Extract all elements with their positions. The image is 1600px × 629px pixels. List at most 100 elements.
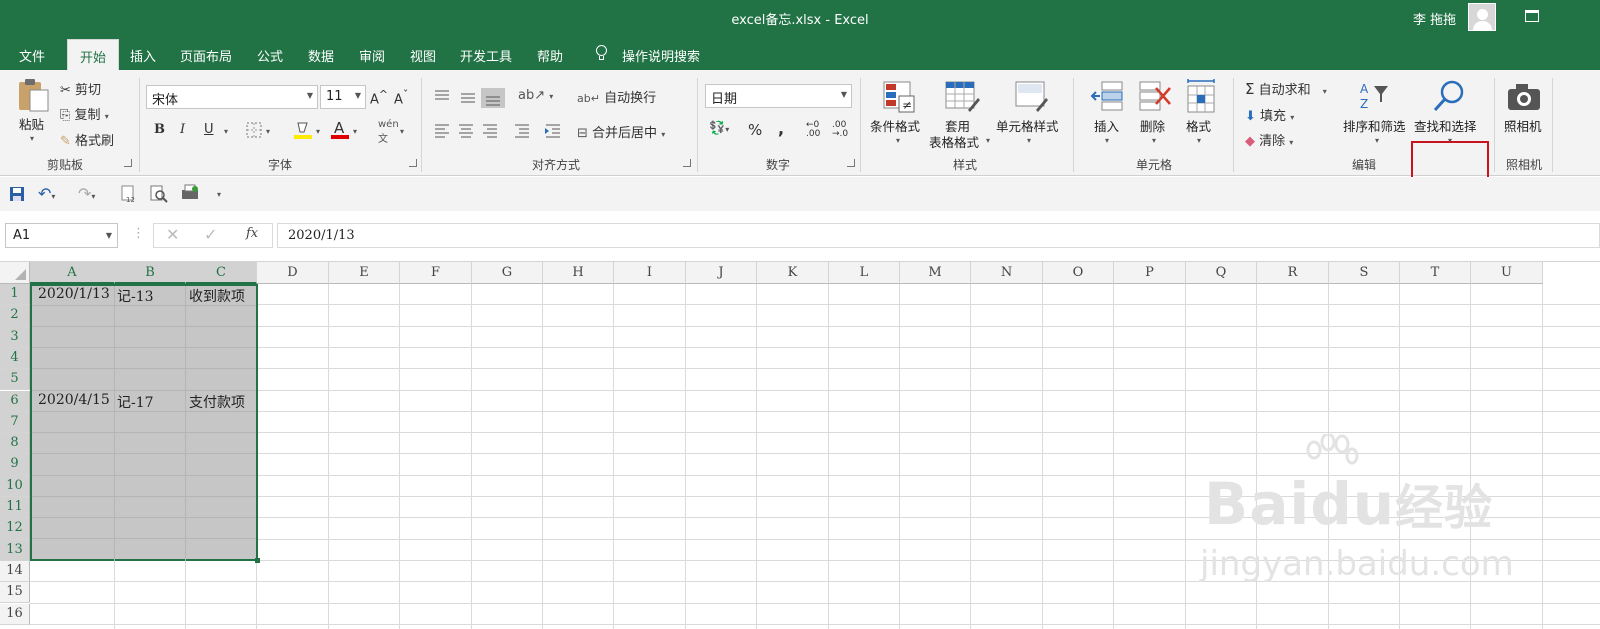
find-select-button[interactable]: 查找和选择 bbox=[1414, 116, 1477, 135]
clipboard-launcher-icon[interactable] bbox=[124, 159, 132, 167]
column-header-N[interactable]: N bbox=[971, 262, 1043, 284]
row-header-6[interactable]: 6 bbox=[0, 390, 30, 412]
selected-range[interactable] bbox=[30, 284, 260, 563]
column-header-H[interactable]: H bbox=[543, 262, 614, 284]
delete-cells-button[interactable]: 删除 bbox=[1140, 116, 1165, 135]
tab-home[interactable]: 开始 bbox=[67, 39, 120, 70]
increase-font-icon[interactable]: A^ bbox=[370, 88, 388, 107]
comma-icon[interactable]: , bbox=[778, 119, 784, 138]
conditional-formatting-icon[interactable]: ≠ bbox=[882, 80, 916, 114]
cell-A6[interactable]: 2020/4/15 bbox=[38, 392, 110, 408]
tab-help[interactable]: 帮助 bbox=[537, 46, 563, 65]
camera-icon[interactable] bbox=[1506, 82, 1542, 112]
row-header-13[interactable]: 13 bbox=[0, 539, 30, 561]
fill-button[interactable]: ⬇ 填充 ▾ bbox=[1245, 105, 1294, 124]
autosum-button[interactable]: Σ 自动求和 ▾ bbox=[1245, 79, 1327, 98]
redo-icon[interactable]: ↷▾ bbox=[78, 184, 95, 203]
italic-button[interactable]: I bbox=[180, 122, 185, 137]
row-header-15[interactable]: 15 bbox=[0, 582, 30, 604]
vertical-align-icons[interactable] bbox=[433, 88, 509, 108]
tab-file[interactable]: 文件 bbox=[19, 46, 45, 65]
horizontal-align-icons[interactable] bbox=[433, 123, 543, 139]
tab-data[interactable]: 数据 bbox=[308, 46, 334, 65]
row-header-3[interactable]: 3 bbox=[0, 326, 30, 348]
confirm-icon[interactable]: ✓ bbox=[204, 225, 217, 244]
row-header-14[interactable]: 14 bbox=[0, 560, 30, 583]
format-painter-button[interactable]: ✎ 格式刷 bbox=[60, 130, 114, 149]
tab-formulas[interactable]: 公式 bbox=[257, 46, 283, 65]
column-header-J[interactable]: J bbox=[686, 262, 757, 284]
row-header-10[interactable]: 10 bbox=[0, 475, 30, 497]
column-header-T[interactable]: T bbox=[1400, 262, 1471, 284]
insert-cells-icon[interactable] bbox=[1090, 80, 1124, 114]
percent-icon[interactable]: % bbox=[748, 121, 762, 139]
format-as-table-button[interactable]: 表格格式 bbox=[929, 132, 979, 151]
tab-page-layout[interactable]: 页面布局 bbox=[180, 46, 232, 65]
currency-icon[interactable]: 💱▾ bbox=[709, 121, 729, 136]
row-header-2[interactable]: 2 bbox=[0, 305, 30, 327]
user-name[interactable]: 李 拖拖 bbox=[1413, 9, 1456, 28]
orientation-icon[interactable]: ab↗ ▾ bbox=[518, 88, 553, 103]
column-header-E[interactable]: E bbox=[329, 262, 400, 284]
select-all-corner[interactable] bbox=[0, 262, 30, 284]
row-header-7[interactable]: 7 bbox=[0, 411, 30, 434]
row-header-4[interactable]: 4 bbox=[0, 347, 30, 370]
tab-review[interactable]: 审阅 bbox=[359, 46, 385, 65]
magnifier-icon[interactable] bbox=[1432, 78, 1468, 114]
clear-button[interactable]: ◆ 清除 ▾ bbox=[1245, 130, 1293, 149]
column-header-C[interactable]: C bbox=[186, 262, 257, 284]
row-header-16[interactable]: 16 bbox=[0, 603, 30, 625]
customize-qat-icon[interactable]: ▾ bbox=[217, 190, 221, 199]
save-icon[interactable] bbox=[9, 186, 25, 202]
cell-C6[interactable]: 支付款项 bbox=[189, 392, 245, 412]
merge-center-button[interactable]: ⊟ 合并后居中 ▾ bbox=[577, 122, 665, 141]
bold-button[interactable]: B bbox=[154, 122, 165, 137]
print-preview-icon[interactable]: 12 bbox=[120, 185, 138, 203]
column-header-I[interactable]: I bbox=[614, 262, 686, 284]
column-header-D[interactable]: D bbox=[257, 262, 329, 284]
tab-view[interactable]: 视图 bbox=[410, 46, 436, 65]
row-header-9[interactable]: 9 bbox=[0, 454, 30, 476]
row-header-12[interactable]: 12 bbox=[0, 518, 30, 540]
column-header-K[interactable]: K bbox=[757, 262, 829, 284]
decrease-decimal-icon[interactable]: .00 →.0 bbox=[832, 121, 848, 139]
avatar[interactable] bbox=[1468, 3, 1496, 31]
paste-icon[interactable] bbox=[16, 78, 52, 112]
cell-B6[interactable]: 记-17 bbox=[117, 392, 154, 412]
conditional-formatting-button[interactable]: 条件格式 bbox=[870, 116, 920, 135]
cell-styles-button[interactable]: 单元格样式 bbox=[996, 116, 1059, 135]
row-header-11[interactable]: 11 bbox=[0, 497, 30, 519]
cut-button[interactable]: ✂ 剪切 bbox=[60, 79, 101, 98]
font-name-combo[interactable]: 宋体 ▼ bbox=[146, 85, 318, 109]
sort-filter-icon[interactable]: A Z bbox=[1358, 80, 1396, 114]
row-header-8[interactable]: 8 bbox=[0, 433, 30, 455]
undo-icon[interactable]: ↶▾ bbox=[38, 184, 55, 203]
row-header-5[interactable]: 5 bbox=[0, 369, 30, 391]
column-header-O[interactable]: O bbox=[1043, 262, 1114, 284]
ribbon-display-options-icon[interactable] bbox=[1525, 10, 1539, 22]
zoom-page-icon[interactable] bbox=[150, 185, 168, 203]
alignment-launcher-icon[interactable] bbox=[683, 159, 691, 167]
insert-function-icon[interactable]: fx bbox=[246, 226, 258, 241]
font-size-combo[interactable]: 11 ▼ bbox=[320, 85, 366, 109]
column-header-A[interactable]: A bbox=[30, 262, 115, 284]
camera-button[interactable]: 照相机 bbox=[1504, 116, 1542, 135]
column-header-S[interactable]: S bbox=[1329, 262, 1400, 284]
number-format-combo[interactable]: 日期 ▼ bbox=[705, 84, 852, 108]
cell-C1[interactable]: 收到款项 bbox=[189, 286, 245, 306]
lightbulb-icon[interactable] bbox=[595, 45, 607, 60]
borders-icon[interactable] bbox=[246, 122, 262, 138]
wrap-text-button[interactable]: ab↵ 自动换行 bbox=[577, 87, 656, 106]
increase-indent-icon[interactable] bbox=[544, 123, 562, 139]
printer-icon[interactable] bbox=[180, 184, 200, 202]
tab-developer[interactable]: 开发工具 bbox=[460, 46, 512, 65]
paste-button[interactable]: 粘贴 bbox=[19, 114, 44, 133]
increase-decimal-icon[interactable]: ←0.00 bbox=[806, 121, 820, 139]
decrease-font-icon[interactable]: Aˇ bbox=[394, 88, 408, 107]
delete-cells-icon[interactable] bbox=[1138, 80, 1172, 114]
cell-styles-icon[interactable] bbox=[1014, 80, 1050, 114]
column-header-G[interactable]: G bbox=[472, 262, 543, 284]
column-header-B[interactable]: B bbox=[115, 262, 186, 284]
tab-insert[interactable]: 插入 bbox=[130, 46, 156, 65]
cancel-icon[interactable]: ✕ bbox=[166, 225, 179, 244]
